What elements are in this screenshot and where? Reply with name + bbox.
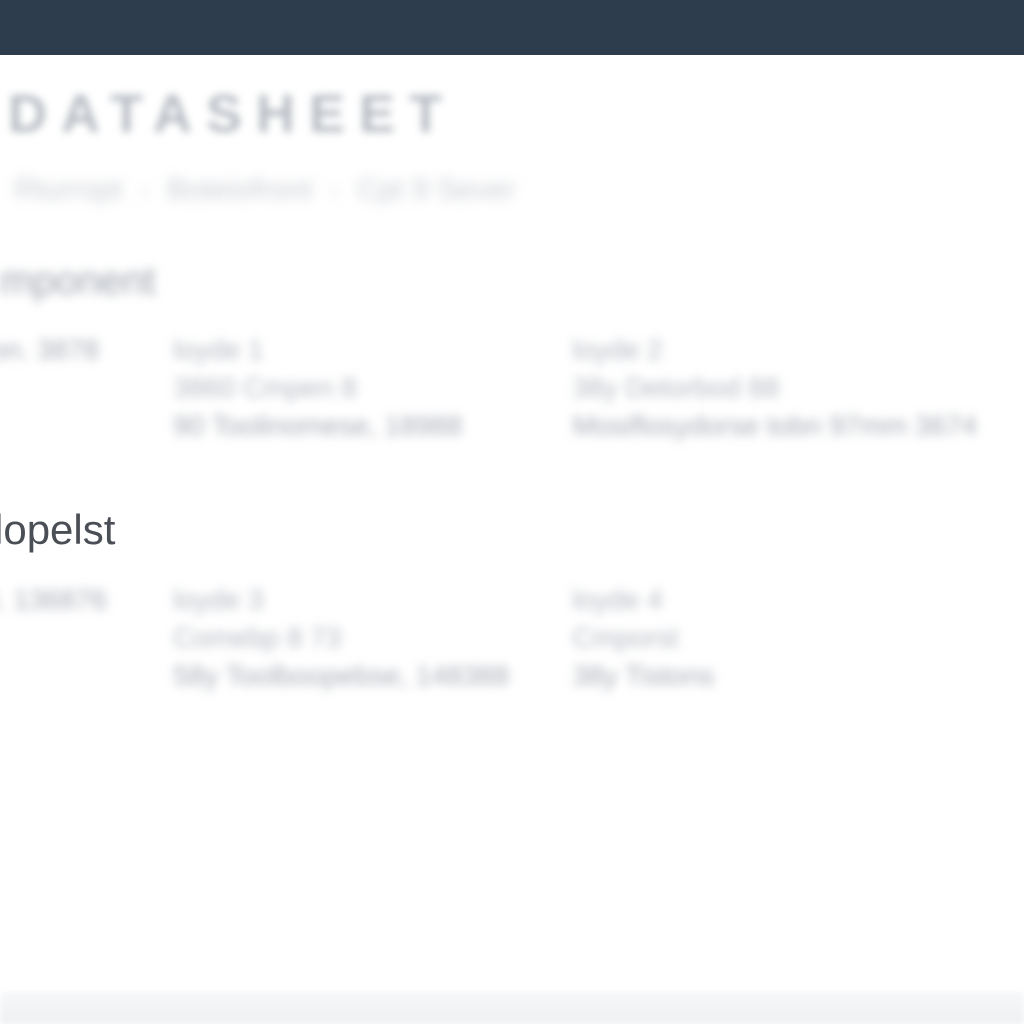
cell-value: on. 3878 bbox=[0, 334, 137, 366]
breadcrumb-item[interactable]: Boteiofront bbox=[167, 173, 312, 207]
cell-value: 58y Toolboopebse, 148388 bbox=[173, 660, 536, 692]
cell-value: 90 Toolinomese, 18988 bbox=[173, 410, 536, 442]
section-heading: mponent bbox=[0, 235, 1024, 322]
chevron-right-icon: › bbox=[330, 175, 339, 206]
breadcrumb-item[interactable]: Cpt 9 Sever bbox=[357, 173, 515, 207]
data-cell: t. 136876 bbox=[0, 584, 137, 692]
cell-value: Mosiflosydorse tobn 97mm 3674 bbox=[572, 410, 1024, 442]
cell-value: 38y Tistons bbox=[572, 660, 1024, 692]
cell-value: 38y Detorbod 88 bbox=[572, 372, 1024, 404]
data-row: on. 3878 loyde 1 3860 Cmpen 8 90 Toolino… bbox=[0, 322, 1024, 464]
top-bar bbox=[0, 0, 1024, 55]
cell-label: loyde 1 bbox=[173, 334, 536, 366]
breadcrumb-item[interactable]: Rturropt bbox=[14, 173, 122, 207]
cell-value: Comebp 8 73 bbox=[173, 622, 536, 654]
data-cell: loyde 4 Cmporst 38y Tistons bbox=[572, 584, 1024, 692]
data-row: t. 136876 loyde 3 Comebp 8 73 58y Toolbo… bbox=[0, 572, 1024, 714]
cell-value: t. 136876 bbox=[0, 584, 137, 616]
data-cell: loyde 2 38y Detorbod 88 Mosiflosydorse t… bbox=[572, 334, 1024, 442]
footer-band bbox=[0, 992, 1024, 1024]
cell-value: 3860 Cmpen 8 bbox=[173, 372, 536, 404]
data-cell: loyde 3 Comebp 8 73 58y Toolboopebse, 14… bbox=[173, 584, 536, 692]
cell-label: loyde 4 bbox=[572, 584, 1024, 616]
cell-label: loyde 2 bbox=[572, 334, 1024, 366]
cell-label: loyde 3 bbox=[173, 584, 536, 616]
chevron-right-icon: › bbox=[140, 175, 149, 206]
data-cell: loyde 1 3860 Cmpen 8 90 Toolinomese, 189… bbox=[173, 334, 536, 442]
page-title: DATASHEET bbox=[0, 55, 1024, 163]
page-content: DATASHEET Rturropt › Boteiofront › Cpt 9… bbox=[0, 55, 1024, 714]
cell-value: Cmporst bbox=[572, 622, 1024, 654]
data-cell: on. 3878 bbox=[0, 334, 137, 442]
breadcrumb: Rturropt › Boteiofront › Cpt 9 Sever bbox=[0, 163, 1024, 235]
section-heading: lopelst bbox=[0, 464, 1024, 572]
